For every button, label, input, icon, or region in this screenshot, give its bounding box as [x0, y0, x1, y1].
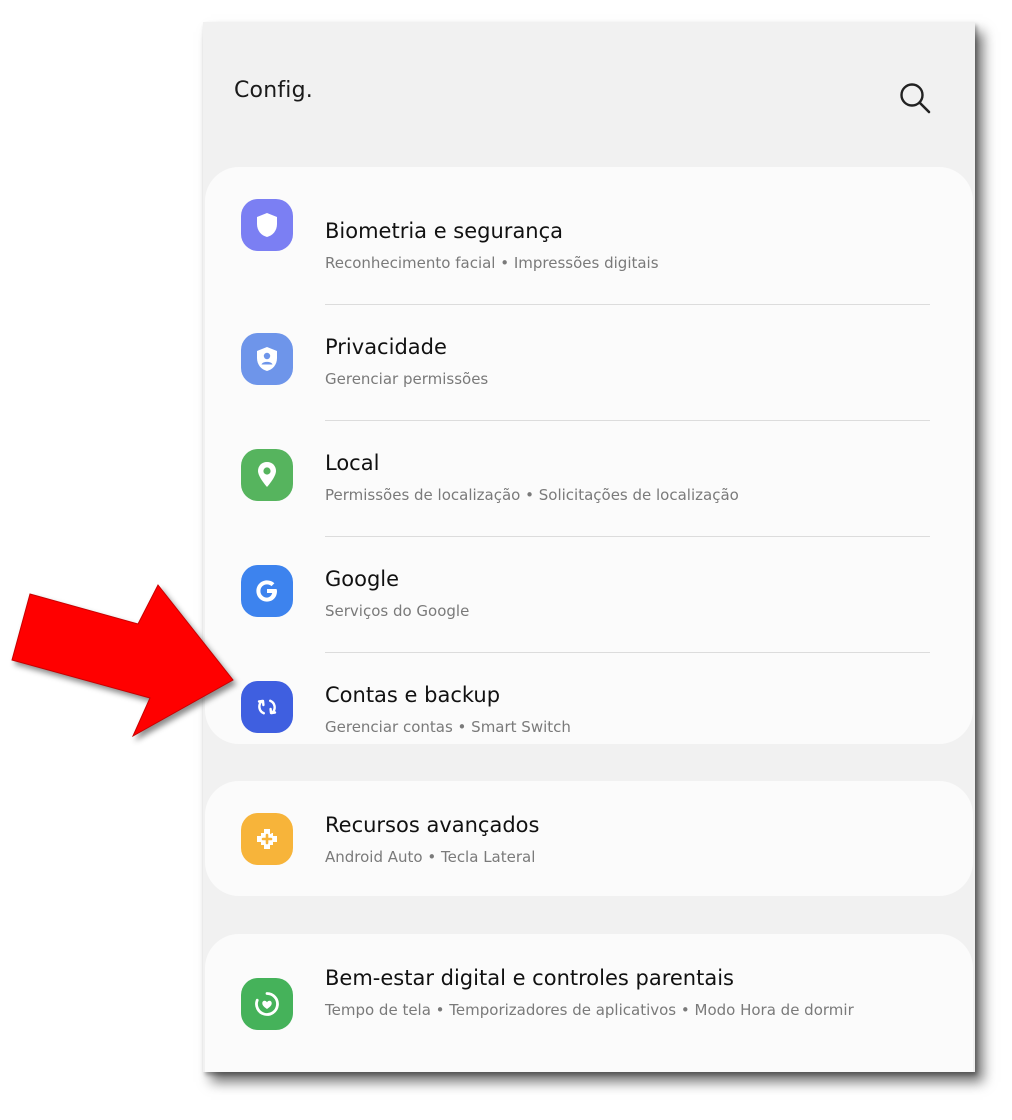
settings-item-google[interactable]: Google Serviços do Google — [205, 537, 973, 652]
settings-group-security: Biometria e segurança Reconhecimento fac… — [205, 167, 973, 744]
settings-item-location[interactable]: Local Permissões de localização • Solici… — [205, 421, 973, 536]
search-button[interactable] — [895, 78, 935, 118]
item-title: Google — [325, 567, 400, 591]
settings-screen: Config. Biometria e segurança Reconhecim… — [203, 22, 975, 1072]
item-title: Recursos avançados — [325, 813, 540, 837]
item-subtitle: Serviços do Google — [325, 602, 470, 620]
item-subtitle: Android Auto • Tecla Lateral — [325, 848, 536, 866]
location-pin-icon — [241, 449, 293, 501]
item-subtitle: Gerenciar contas • Smart Switch — [325, 718, 571, 736]
item-title: Local — [325, 451, 380, 475]
settings-group-wellbeing: Bem-estar digital e controles parentais … — [205, 934, 973, 1072]
screenshot-stage: Config. Biometria e segurança Reconhecim… — [0, 0, 1012, 1120]
settings-item-advanced-features[interactable]: Recursos avançados Android Auto • Tecla … — [205, 781, 973, 896]
item-subtitle: Gerenciar permissões — [325, 370, 489, 388]
search-icon — [900, 83, 931, 114]
page-title: Config. — [234, 78, 313, 103]
item-subtitle: Permissões de localização • Solicitações… — [325, 486, 739, 504]
settings-item-accounts-backup[interactable]: Contas e backup Gerenciar contas • Smart… — [205, 653, 973, 744]
settings-group-advanced: Recursos avançados Android Auto • Tecla … — [205, 781, 973, 896]
wellbeing-icon — [241, 978, 293, 1030]
settings-item-digital-wellbeing[interactable]: Bem-estar digital e controles parentais … — [205, 934, 973, 1072]
app-header: Config. — [203, 22, 975, 132]
item-title: Bem-estar digital e controles parentais — [325, 966, 734, 990]
shield-icon — [241, 199, 293, 251]
item-subtitle: Reconhecimento facial • Impressões digit… — [325, 254, 659, 272]
puzzle-plus-icon — [241, 813, 293, 865]
privacy-shield-icon — [241, 333, 293, 385]
google-g-icon — [241, 565, 293, 617]
item-title: Contas e backup — [325, 683, 501, 707]
item-title: Privacidade — [325, 335, 447, 359]
item-subtitle: Tempo de tela • Temporizadores de aplica… — [325, 1001, 854, 1019]
settings-item-biometrics[interactable]: Biometria e segurança Reconhecimento fac… — [205, 167, 973, 283]
sync-icon — [241, 681, 293, 733]
settings-item-privacy[interactable]: Privacidade Gerenciar permissões — [205, 305, 973, 420]
item-title: Biometria e segurança — [325, 219, 564, 243]
